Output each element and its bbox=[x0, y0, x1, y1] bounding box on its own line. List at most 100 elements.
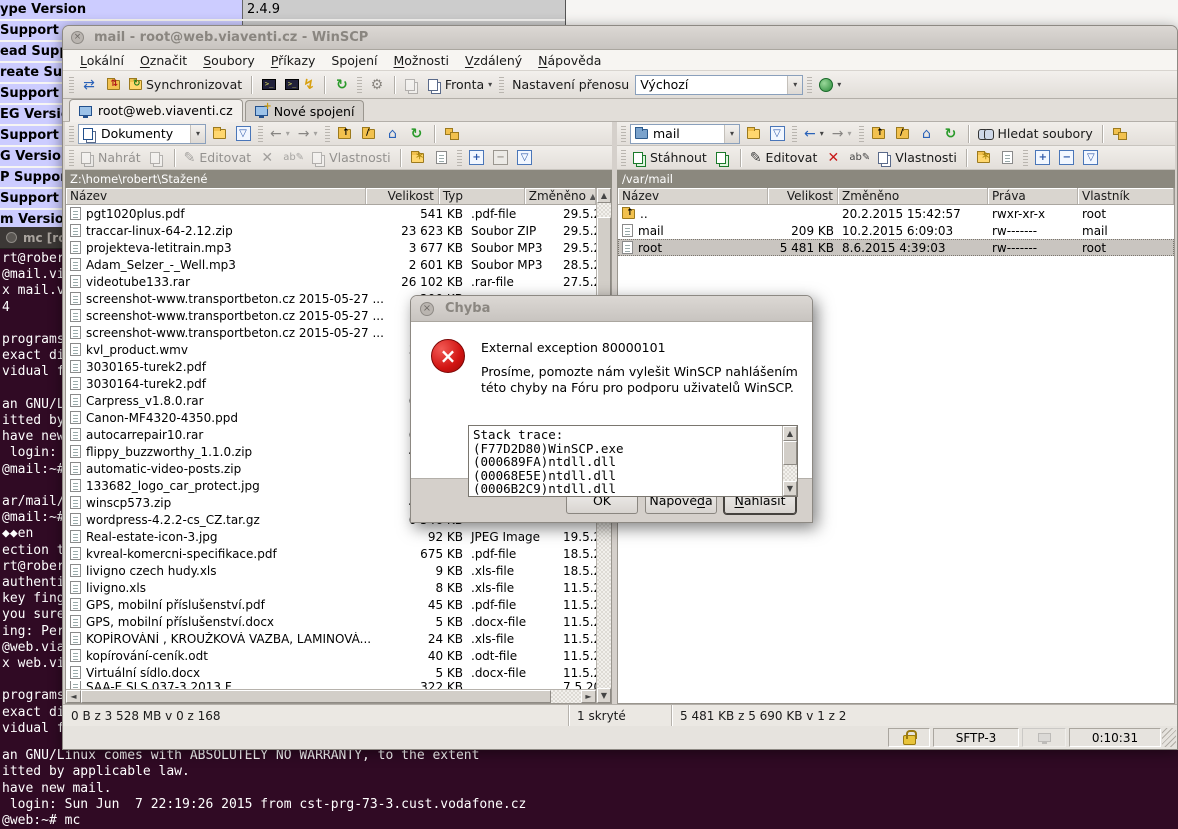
remote-home-directory-button[interactable]: ⌂ bbox=[916, 123, 938, 145]
local-forward-button[interactable]: →▾ bbox=[295, 123, 321, 145]
winscp-titlebar[interactable]: × mail - root@web.viaventi.cz - WinSCP bbox=[63, 26, 1177, 50]
toolbar-grip[interactable] bbox=[258, 126, 263, 142]
console-commands-button[interactable]: >_↯ bbox=[282, 74, 318, 96]
file-row[interactable]: livigno czech hudy.xls 9 KB .xls-file 18… bbox=[66, 562, 596, 579]
synchronize-browsing-button[interactable] bbox=[401, 74, 423, 96]
error-dialog-titlebar[interactable]: × Chyba bbox=[411, 296, 812, 322]
file-row[interactable]: livigno.xls 8 KB .xls-file 11.5.2015 bbox=[66, 579, 596, 596]
menu-item[interactable]: Spojení bbox=[324, 51, 384, 70]
refresh-session-button[interactable]: ↻ bbox=[331, 74, 353, 96]
remote-unselect-button[interactable]: − bbox=[1056, 147, 1078, 169]
local-home-directory-button[interactable]: ⌂ bbox=[382, 123, 404, 145]
local-select-button[interactable]: + bbox=[466, 147, 488, 169]
local-drive-combo[interactable]: Dokumenty ▾ bbox=[78, 124, 206, 144]
synchronize-remote-button[interactable]: ⇅ bbox=[102, 74, 124, 96]
remote-forward-button[interactable]: →▾ bbox=[829, 123, 855, 145]
local-parent-directory-button[interactable]: ↑ bbox=[334, 123, 356, 145]
column-header-size[interactable]: Velikost bbox=[366, 188, 439, 204]
toolbar-grip[interactable] bbox=[357, 77, 362, 93]
column-header-type[interactable]: Typ bbox=[439, 188, 525, 204]
scroll-up-button[interactable]: ▲ bbox=[597, 188, 611, 203]
remote-new-file-button[interactable] bbox=[997, 147, 1019, 169]
toolbar-grip[interactable] bbox=[621, 126, 626, 142]
remote-properties-button[interactable]: Vlastnosti bbox=[875, 147, 960, 169]
local-copy-button[interactable] bbox=[146, 147, 168, 169]
toolbar-grip[interactable] bbox=[69, 150, 74, 166]
local-refresh-button[interactable]: ↻ bbox=[406, 123, 428, 145]
toolbar-grip[interactable] bbox=[69, 126, 74, 142]
menu-item[interactable]: Možnosti bbox=[386, 51, 455, 70]
remote-open-directory-button[interactable] bbox=[742, 123, 764, 145]
security-cell[interactable] bbox=[888, 728, 930, 747]
remote-select-button[interactable]: + bbox=[1032, 147, 1054, 169]
remote-delete-button[interactable]: ✕ bbox=[822, 147, 844, 169]
open-console-button[interactable]: >_ bbox=[258, 74, 280, 96]
remote-filter-button[interactable]: ▽ bbox=[766, 123, 788, 145]
local-delete-button[interactable]: ✕ bbox=[256, 147, 278, 169]
remote-rename-button[interactable]: ab✎ bbox=[846, 147, 873, 169]
tab-new-session[interactable]: Nové spojení bbox=[245, 100, 365, 121]
file-row[interactable]: KOPÍROVÁNÍ , KROUŽKOVÁ VAZBA, LAMINOVÁ..… bbox=[66, 630, 596, 647]
scrollbar-thumb[interactable] bbox=[783, 441, 797, 465]
queue-button[interactable]: Fronta ▾ bbox=[425, 74, 495, 96]
file-row[interactable]: Virtuální sídlo.docx 5 KB .docx-file 11.… bbox=[66, 664, 596, 681]
menu-item[interactable]: Nápověda bbox=[531, 51, 608, 70]
local-unselect-button[interactable]: − bbox=[490, 147, 512, 169]
local-rename-button[interactable]: ab✎ bbox=[280, 147, 307, 169]
remote-back-button[interactable]: ←▾ bbox=[801, 123, 827, 145]
local-tree-button[interactable] bbox=[441, 123, 463, 145]
connection-cell[interactable] bbox=[1022, 728, 1066, 747]
file-row[interactable]: SAA-E SLS 037-3 2013 F... 322 KB 7.5.201… bbox=[66, 681, 596, 689]
toolbar-grip[interactable] bbox=[1023, 150, 1028, 166]
scroll-up-button[interactable]: ▲ bbox=[783, 426, 797, 441]
menu-item[interactable]: Soubory bbox=[196, 51, 262, 70]
explore-button[interactable]: ▾ bbox=[816, 74, 844, 96]
stack-trace-scrollbar[interactable]: ▲ ▼ bbox=[782, 426, 797, 496]
local-back-button[interactable]: ←▾ bbox=[267, 123, 293, 145]
file-row[interactable]: ↑ root 5 481 KB 8.6.2015 4:39:03 rw-----… bbox=[618, 239, 1174, 256]
remote-path-bar[interactable]: /var/mail bbox=[617, 170, 1175, 188]
toolbar-grip[interactable] bbox=[859, 126, 864, 142]
remote-copy-button[interactable] bbox=[712, 147, 734, 169]
file-row[interactable]: kopírování-ceník.odt 40 KB .odt-file 11.… bbox=[66, 647, 596, 664]
scroll-left-button[interactable]: ◄ bbox=[66, 690, 81, 703]
find-files-button[interactable]: Hledat soubory bbox=[975, 123, 1096, 145]
download-button[interactable]: Stáhnout bbox=[630, 147, 710, 169]
file-row[interactable]: traccar-linux-64-2.12.zip 23 623 KB Soub… bbox=[66, 222, 596, 239]
combo-dropdown-button[interactable]: ▾ bbox=[724, 125, 739, 143]
toolbar-grip[interactable] bbox=[325, 126, 330, 142]
preferences-button[interactable]: ⚙ bbox=[366, 74, 388, 96]
local-properties-button[interactable]: Vlastnosti bbox=[309, 147, 394, 169]
column-header-name[interactable]: Název bbox=[66, 188, 366, 204]
compare-directories-button[interactable]: ⇄ bbox=[78, 74, 100, 96]
file-row[interactable]: Real-estate-icon-3.jpg 92 KB JPEG Image … bbox=[66, 528, 596, 545]
tab-session[interactable]: root@web.viaventi.cz bbox=[69, 99, 243, 122]
file-row[interactable]: pgt1020plus.pdf 541 KB .pdf-file 29.5.20… bbox=[66, 205, 596, 222]
synchronize-button[interactable]: ↻ Synchronizovat bbox=[126, 74, 245, 96]
column-header-owner[interactable]: Vlastník bbox=[1078, 188, 1174, 204]
combo-dropdown-button[interactable]: ▾ bbox=[190, 125, 205, 143]
window-close-button[interactable]: × bbox=[71, 31, 84, 44]
dialog-close-button[interactable]: × bbox=[420, 302, 434, 316]
combo-dropdown-button[interactable]: ▾ bbox=[787, 76, 802, 94]
file-row[interactable]: projekteva-letitrain.mp3 3 677 KB Soubor… bbox=[66, 239, 596, 256]
file-row[interactable]: kvreal-komercni-specifikace.pdf 675 KB .… bbox=[66, 545, 596, 562]
menu-item[interactable]: Lokální bbox=[73, 51, 131, 70]
local-edit-button[interactable]: ✎ Editovat bbox=[181, 147, 255, 169]
column-header-name[interactable]: Název bbox=[618, 188, 768, 204]
scroll-down-button[interactable]: ▼ bbox=[783, 481, 797, 496]
scroll-right-button[interactable]: ► bbox=[581, 690, 596, 703]
file-row[interactable]: ↑ .. 20.2.2015 15:42:57 rwxr-xr-x root bbox=[618, 205, 1174, 222]
file-row[interactable]: videotube133.rar 26 102 KB .rar-file 27.… bbox=[66, 273, 596, 290]
toolbar-grip[interactable] bbox=[499, 77, 504, 93]
file-row[interactable]: GPS, mobilní příslušenství.docx 5 KB .do… bbox=[66, 613, 596, 630]
stack-trace-box[interactable]: Stack trace: (F77D2D80)WinSCP.exe (00068… bbox=[468, 425, 798, 497]
toolbar-grip[interactable] bbox=[69, 77, 74, 93]
remote-filter2-button[interactable]: ▽ bbox=[1080, 147, 1102, 169]
menu-item[interactable]: Označit bbox=[133, 51, 194, 70]
column-header-size[interactable]: Velikost bbox=[768, 188, 838, 204]
upload-button[interactable]: Nahrát bbox=[78, 147, 144, 169]
file-row[interactable]: Adam_Selzer_-_Well.mp3 2 601 KB Soubor M… bbox=[66, 256, 596, 273]
local-horizontal-scrollbar[interactable]: ◄ ► bbox=[66, 689, 596, 703]
toolbar-grip[interactable] bbox=[807, 77, 812, 93]
